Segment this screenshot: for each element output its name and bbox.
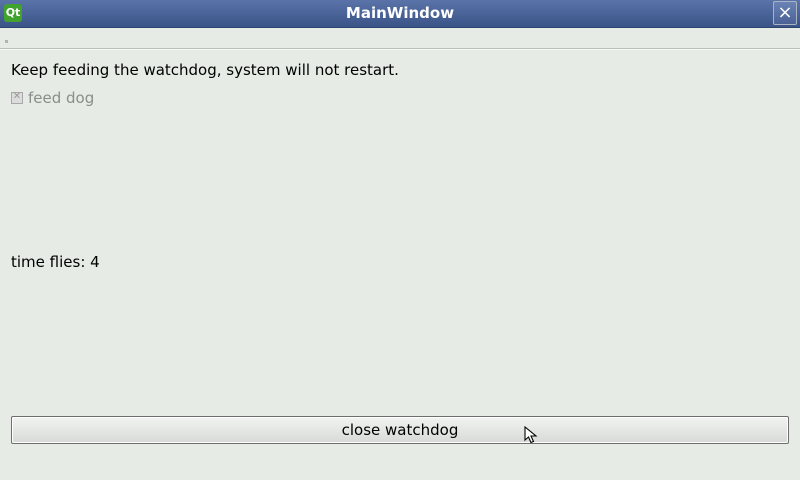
title-bar: Qt MainWindow × (0, 0, 800, 28)
status-message: Keep feeding the watchdog, system will n… (11, 61, 399, 79)
toolbar-divider (0, 49, 800, 50)
toolbar (0, 28, 800, 49)
checkbox-label: feed dog (28, 89, 95, 107)
close-watchdog-button[interactable]: close watchdog (11, 416, 789, 444)
feed-dog-checkbox[interactable]: ✕ feed dog (11, 88, 94, 108)
close-icon: × (777, 2, 793, 23)
window-title: MainWindow (345, 4, 455, 22)
close-window-button[interactable]: × (773, 1, 797, 25)
toolbar-grip-handle[interactable] (5, 40, 8, 43)
main-window: Qt MainWindow × Keep feeding the watchdo… (0, 0, 800, 480)
checkbox-box[interactable]: ✕ (11, 91, 23, 104)
checkbox-checkmark-icon: ✕ (12, 91, 22, 102)
time-counter-label: time flies: 4 (11, 253, 100, 271)
mouse-pointer-icon (524, 426, 538, 444)
